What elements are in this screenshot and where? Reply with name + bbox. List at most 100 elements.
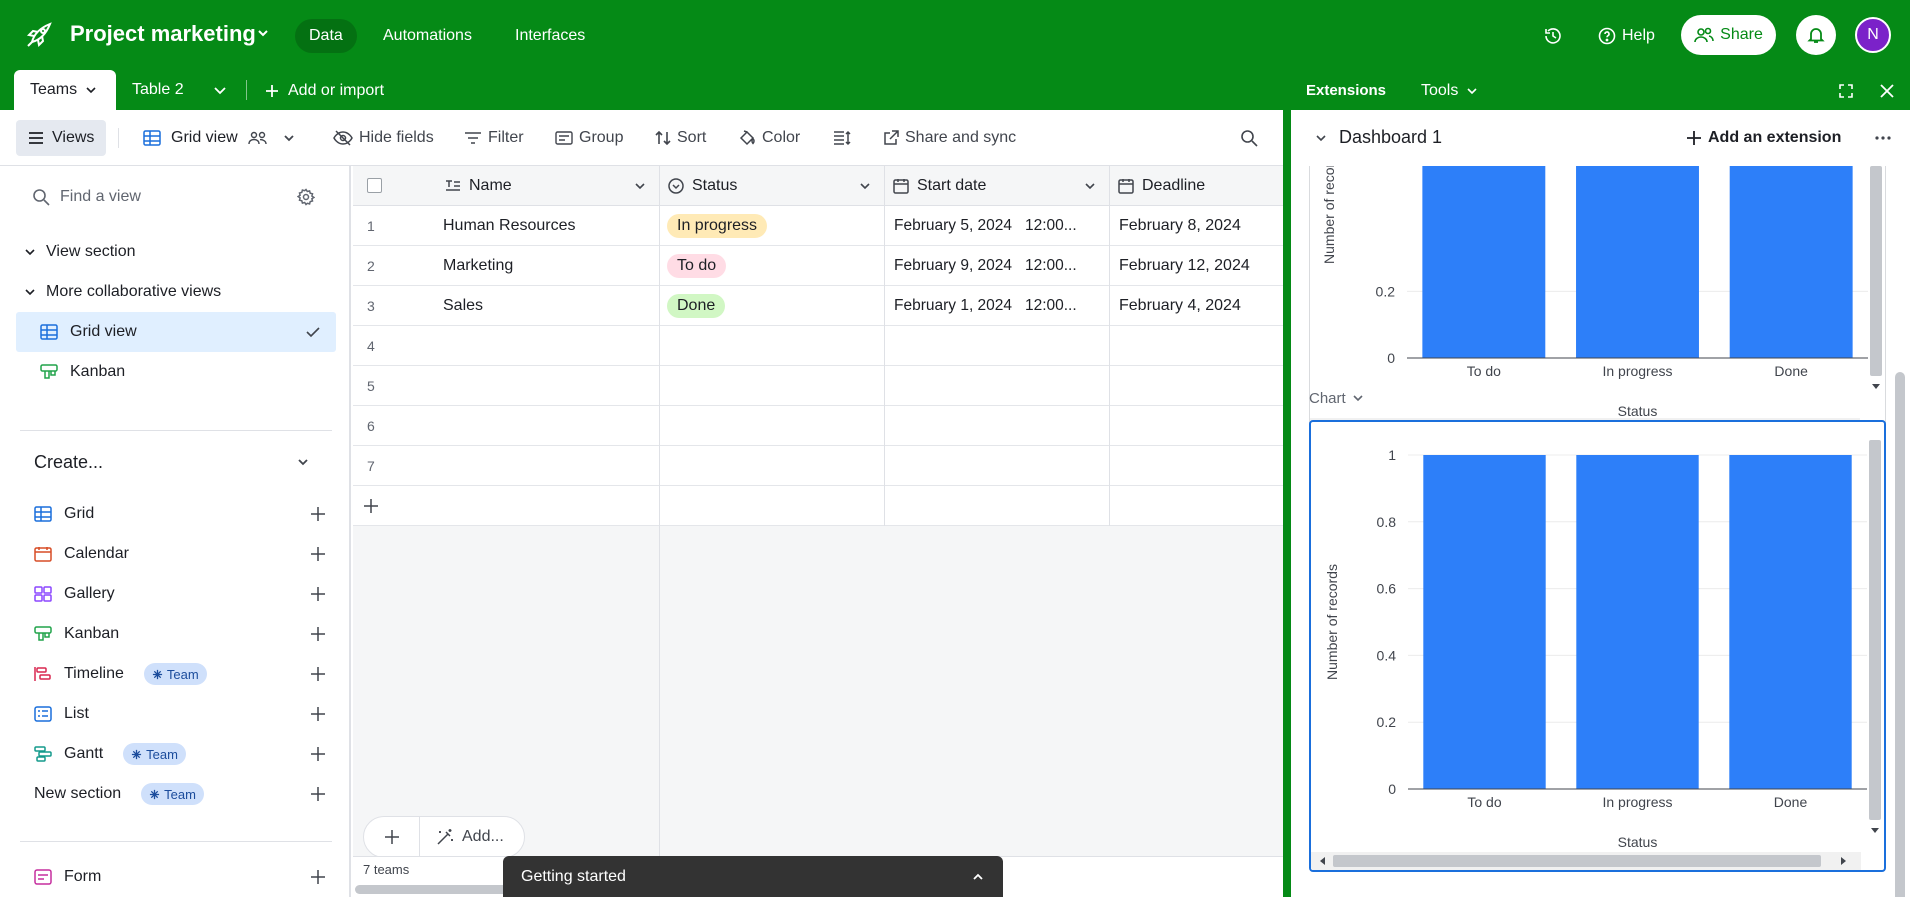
name-cell[interactable]: Sales	[443, 286, 648, 326]
plus-icon[interactable]	[310, 586, 326, 602]
share-button[interactable]: Share	[1681, 15, 1776, 55]
chevron-down-icon[interactable]	[633, 179, 647, 193]
create-section-toggle[interactable]: Create...	[34, 442, 326, 482]
nav-interfaces[interactable]: Interfaces	[501, 19, 599, 53]
group-button[interactable]: Group	[555, 110, 623, 166]
plus-icon[interactable]	[310, 869, 326, 885]
plus-icon[interactable]	[310, 746, 326, 762]
plus-icon[interactable]	[310, 786, 326, 802]
base-name[interactable]: Project marketing	[70, 21, 256, 47]
collaborative-views-toggle[interactable]: More collaborative views	[24, 272, 344, 312]
help-button[interactable]: Help	[1598, 0, 1655, 72]
tab-teams[interactable]: Teams	[14, 70, 116, 110]
chevron-down-icon[interactable]	[1083, 179, 1097, 193]
chart-title-toggle[interactable]: Chart	[1309, 386, 1364, 410]
panel-scrollbar[interactable]	[1895, 372, 1905, 897]
column-header-start-date[interactable]: Start date	[893, 166, 986, 206]
start-date-cell[interactable]: February 1, 2024 12:00...	[894, 286, 1094, 326]
add-row[interactable]	[353, 486, 1283, 526]
chart-extension-bottom[interactable]: 0 0.2 0.4 0.6 0.8 1 To do In progress Done Status…	[1309, 420, 1886, 872]
hide-fields-button[interactable]: Hide fields	[333, 110, 434, 166]
avatar[interactable]: N	[1855, 17, 1891, 53]
column-header-name[interactable]: Name	[445, 166, 512, 206]
table-row[interactable]: 1 Human Resources In progress February 5, 2…	[353, 206, 1283, 246]
views-toggle-button[interactable]: Views	[16, 120, 107, 156]
column-header-status[interactable]: Status	[668, 166, 737, 206]
plus-icon[interactable]	[384, 829, 400, 845]
view-section-toggle[interactable]: View section	[24, 232, 344, 272]
create-timeline-item[interactable]: Timeline Team	[34, 654, 326, 694]
sidebar-item-kanban[interactable]: Kanban	[16, 352, 336, 392]
plus-icon[interactable]	[310, 626, 326, 642]
nav-automations[interactable]: Automations	[369, 19, 486, 53]
deadline-cell[interactable]: February 12, 2024	[1119, 246, 1283, 286]
chevron-up-icon[interactable]	[971, 870, 985, 884]
plus-icon[interactable]	[310, 506, 326, 522]
status-cell[interactable]: In progress	[667, 206, 768, 246]
name-cell[interactable]	[443, 366, 648, 406]
search-icon[interactable]	[1240, 110, 1258, 166]
create-form-item[interactable]: Form	[34, 857, 326, 897]
create-gantt-item[interactable]: Gantt Team	[34, 734, 326, 774]
filter-button[interactable]: Filter	[464, 110, 524, 166]
dashboard-title[interactable]: Dashboard 1	[1339, 127, 1442, 148]
chevron-down-icon[interactable]	[256, 26, 270, 40]
table-row[interactable]: 3 Sales Done February 1, 2024 12:00... Febru…	[353, 286, 1283, 326]
create-kanban-item[interactable]: Kanban	[34, 614, 326, 654]
find-view-search[interactable]: Find a view	[32, 182, 322, 212]
deadline-cell[interactable]	[1119, 406, 1283, 446]
create-new-section-item[interactable]: New section Team	[34, 774, 326, 814]
select-all-checkbox[interactable]	[367, 178, 382, 193]
add-or-import-button[interactable]: Add or import	[264, 72, 384, 110]
table-row[interactable]: 2 Marketing To do February 9, 2024 12:00...…	[353, 246, 1283, 286]
chevron-down-icon[interactable]	[858, 179, 872, 193]
row-height-icon[interactable]	[833, 110, 851, 166]
plus-icon[interactable]	[363, 498, 379, 514]
deadline-cell[interactable]	[1119, 366, 1283, 406]
chevron-down-icon[interactable]	[1314, 131, 1328, 145]
deadline-cell[interactable]: February 8, 2024	[1119, 206, 1283, 246]
name-cell[interactable]: Marketing	[443, 246, 648, 286]
create-grid-item[interactable]: Grid	[34, 494, 326, 534]
create-gallery-item[interactable]: Gallery	[34, 574, 326, 614]
create-calendar-item[interactable]: Calendar	[34, 534, 326, 574]
deadline-cell[interactable]	[1119, 326, 1283, 366]
close-icon[interactable]	[1880, 84, 1894, 98]
notifications-button[interactable]	[1796, 15, 1836, 55]
share-and-sync-button[interactable]: Share and sync	[883, 110, 1016, 166]
sort-button[interactable]: Sort	[655, 110, 706, 166]
view-switcher[interactable]: Grid view	[143, 110, 296, 166]
color-button[interactable]: Color	[738, 110, 800, 166]
table-row[interactable]: 5	[353, 366, 1283, 406]
expand-icon[interactable]	[1839, 84, 1853, 98]
history-icon[interactable]	[1543, 0, 1563, 72]
name-cell[interactable]	[443, 446, 648, 486]
plus-icon[interactable]	[310, 706, 326, 722]
table-row[interactable]: 7	[353, 446, 1283, 486]
plus-icon[interactable]	[310, 546, 326, 562]
nav-data[interactable]: Data	[295, 19, 357, 53]
chevron-down-icon[interactable]	[212, 82, 228, 98]
horizontal-scrollbar[interactable]	[355, 885, 515, 894]
deadline-cell[interactable]	[1119, 446, 1283, 486]
name-cell[interactable]	[443, 406, 648, 446]
status-cell[interactable]: Done	[667, 286, 726, 326]
getting-started-panel[interactable]: Getting started	[503, 856, 1003, 897]
gear-icon[interactable]	[297, 188, 315, 206]
more-options-icon[interactable]	[1875, 136, 1891, 140]
create-list-item[interactable]: List	[34, 694, 326, 734]
status-cell[interactable]: To do	[667, 246, 727, 286]
tools-menu[interactable]: Tools	[1421, 72, 1478, 110]
rocket-logo-icon[interactable]	[24, 20, 54, 50]
table-row[interactable]: 4	[353, 326, 1283, 366]
table-row[interactable]: 6	[353, 406, 1283, 446]
deadline-cell[interactable]: February 4, 2024	[1119, 286, 1283, 326]
tab-table-2[interactable]: Table 2	[116, 70, 200, 110]
name-cell[interactable]	[443, 326, 648, 366]
add-with-ai-button[interactable]: Add...	[436, 817, 504, 857]
start-date-cell[interactable]: February 9, 2024 12:00...	[894, 246, 1094, 286]
sidebar-item-grid-view[interactable]: Grid view	[16, 312, 336, 352]
search-input[interactable]: Find a view	[60, 188, 141, 206]
start-date-cell[interactable]: February 5, 2024 12:00...	[894, 206, 1094, 246]
add-extension-button[interactable]: Add an extension	[1686, 110, 1841, 166]
